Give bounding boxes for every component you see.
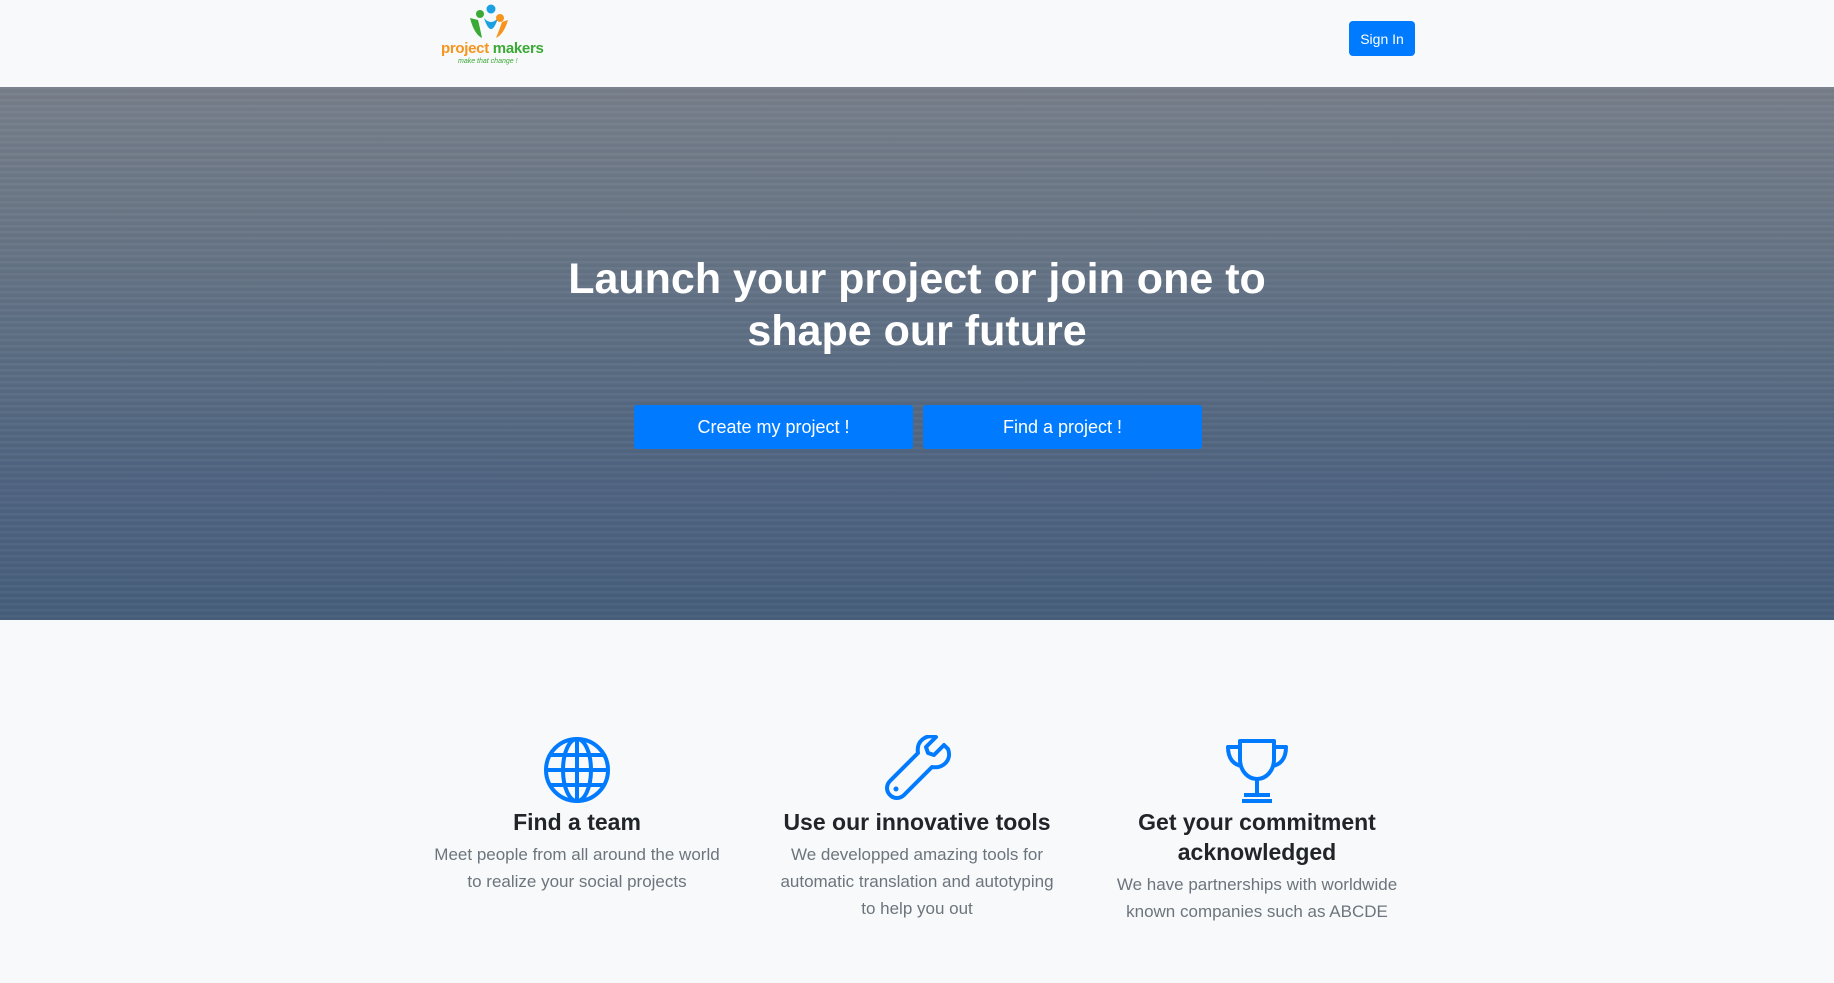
- feature-description: We have partnerships with worldwide know…: [1116, 875, 1398, 921]
- wrench-icon: [885, 735, 951, 800]
- hero-section: Launch your project or join one to shape…: [0, 87, 1834, 620]
- find-project-button[interactable]: Find a project !: [923, 405, 1202, 449]
- trophy-icon: [1226, 739, 1288, 803]
- logo-wordmark: project makers: [441, 40, 544, 57]
- feature-title: Use our innovative tools: [783, 809, 1051, 835]
- logo-tagline: make that change !: [458, 58, 518, 65]
- feature-title: Get your commitment acknowledged: [1138, 809, 1376, 865]
- feature-title: Find a team: [513, 809, 641, 835]
- sign-in-button[interactable]: Sign In: [1349, 21, 1415, 56]
- navbar: project makers make that change ! Sign I…: [0, 0, 1834, 87]
- feature-description: Meet people from all around the world to…: [434, 845, 720, 891]
- hero-title: Launch your project or join one to shape…: [568, 255, 1266, 355]
- create-project-button[interactable]: Create my project !: [634, 405, 913, 449]
- feature-description: We developped amazing tools for automati…: [780, 845, 1054, 918]
- brand-logo[interactable]: project makers make that change !: [440, 4, 544, 68]
- feature-tools: Use our innovative tools We developped a…: [772, 735, 1062, 922]
- people-logo-icon: [470, 4, 508, 38]
- globe-icon: [544, 737, 610, 803]
- feature-acknowledged: Get your commitment acknowledged We have…: [1112, 735, 1402, 925]
- feature-find-team: Find a team Meet people from all around …: [432, 735, 722, 895]
